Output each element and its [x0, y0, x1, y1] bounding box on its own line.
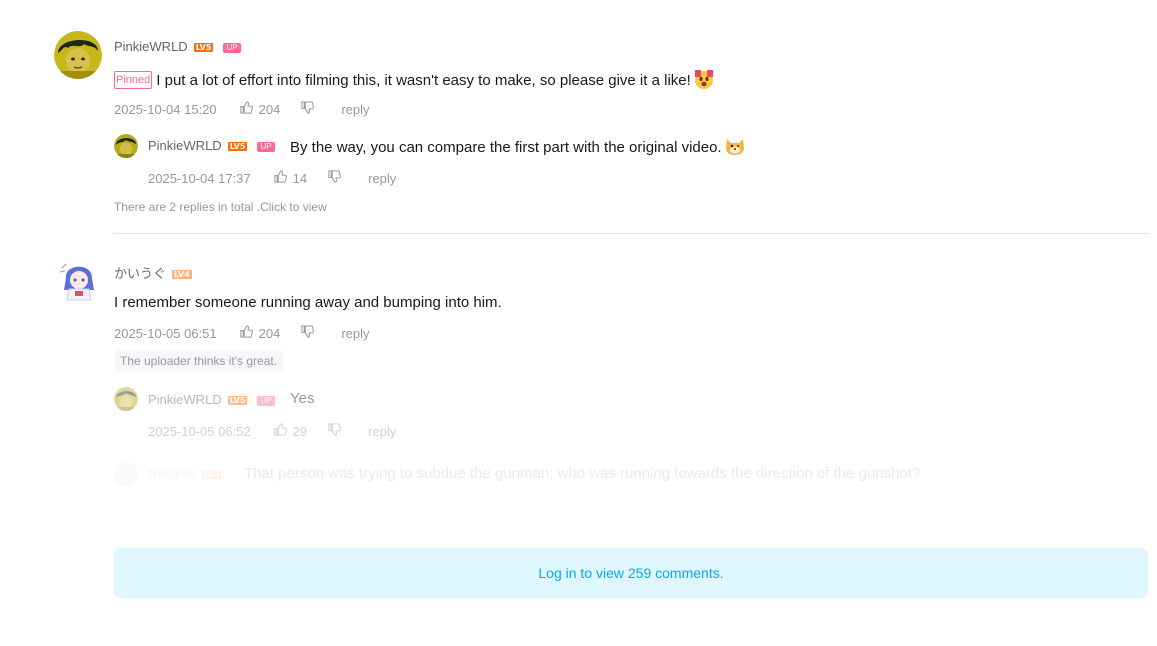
- thumb-up-icon: [239, 100, 259, 118]
- shocked-face-emoji-icon: [693, 69, 715, 93]
- reply-button[interactable]: reply: [368, 424, 396, 439]
- like-button[interactable]: 204: [239, 100, 281, 118]
- thumb-down-icon: [300, 324, 315, 342]
- like-count: 204: [258, 101, 281, 117]
- like-button[interactable]: 14: [273, 169, 307, 187]
- like-button[interactable]: 29: [273, 422, 307, 440]
- reply-meta: 2025-10-05 06:52 29 reply: [148, 422, 396, 440]
- dislike-button[interactable]: [327, 169, 342, 187]
- reply-content: Yes: [290, 390, 314, 407]
- thumb-down-icon: [300, 100, 315, 118]
- level-badge: LV3: [201, 470, 222, 480]
- reply-time: 2025-10-04 17:37: [148, 170, 251, 186]
- view-replies-link[interactable]: There are 2 replies in total .Click to v…: [114, 200, 327, 214]
- reply-button[interactable]: reply: [368, 171, 396, 186]
- username[interactable]: PinkieWRLD: [148, 392, 222, 407]
- comment-text: I remember someone running away and bump…: [114, 294, 502, 311]
- reply-username-row: PinkieWRLD LV5 UP: [148, 138, 275, 153]
- reply-username-row: PinkieWRLD LV5 UP: [148, 392, 275, 407]
- reply-meta: 2025-10-04 17:37 14 reply: [148, 169, 396, 187]
- avatar[interactable]: [114, 134, 138, 158]
- comment-meta: 2025-10-05 06:51 204 reply: [114, 324, 370, 342]
- reply-button[interactable]: reply: [341, 102, 369, 117]
- dislike-button[interactable]: [300, 324, 315, 342]
- username[interactable]: NBBFIN: [148, 466, 196, 481]
- reply-content: By the way, you can compare the first pa…: [290, 136, 746, 160]
- thumb-up-icon: [273, 169, 293, 187]
- reply-text: By the way, you can compare the first pa…: [290, 138, 722, 156]
- like-button[interactable]: 204: [239, 324, 281, 342]
- reply-button[interactable]: reply: [341, 326, 369, 341]
- username[interactable]: PinkieWRLD: [114, 39, 188, 54]
- comment-username-row: かいうぐ LV4: [114, 263, 192, 282]
- avatar[interactable]: [54, 256, 102, 304]
- like-count: 204: [258, 325, 281, 341]
- comment-time: 2025-10-04 15:20: [114, 101, 217, 117]
- username[interactable]: かいうぐ: [114, 266, 166, 281]
- dog-face-emoji-icon: [724, 136, 746, 160]
- up-badge: UP: [257, 141, 275, 152]
- thumb-down-icon: [327, 169, 342, 187]
- username[interactable]: PinkieWRLD: [148, 138, 222, 153]
- uploader-liked-tag: The uploader thinks it's great.: [114, 350, 284, 372]
- pinned-tag: Pinned: [114, 70, 153, 89]
- login-to-view-button[interactable]: Log in to view 259 comments.: [114, 548, 1148, 598]
- level-badge: LV5: [227, 396, 248, 406]
- comment-content: I remember someone running away and bump…: [114, 294, 502, 311]
- reply-text: That person was trying to subdue the gun…: [244, 465, 921, 482]
- like-count: 29: [292, 423, 308, 439]
- avatar[interactable]: [114, 462, 138, 486]
- like-count: 14: [292, 170, 308, 186]
- reply-time: 2025-10-05 06:52: [148, 423, 251, 439]
- avatar[interactable]: [54, 31, 102, 79]
- up-badge: UP: [223, 42, 241, 53]
- avatar[interactable]: [114, 387, 138, 411]
- dislike-button[interactable]: [327, 422, 342, 440]
- reply-text: Yes: [290, 390, 315, 407]
- level-badge: LV4: [172, 270, 192, 280]
- up-badge: UP: [257, 395, 275, 406]
- comment-meta: 2025-10-04 15:20 204 reply: [114, 100, 370, 118]
- reply-content: That person was trying to subdue the gun…: [244, 465, 920, 482]
- reply-username-row: NBBFIN LV3: [148, 466, 222, 481]
- thumb-up-icon: [239, 324, 259, 342]
- thumb-down-icon: [327, 422, 342, 440]
- dislike-button[interactable]: [300, 100, 315, 118]
- comment-username-row: PinkieWRLD LV5 UP: [114, 39, 241, 54]
- comment-divider: [114, 233, 1149, 234]
- level-badge: LV5: [227, 142, 248, 152]
- comment-text: I put a lot of effort into filming this,…: [156, 71, 691, 89]
- comment-time: 2025-10-05 06:51: [114, 325, 217, 341]
- thumb-up-icon: [273, 422, 293, 440]
- comment-content: Pinned I put a lot of effort into filming…: [114, 69, 715, 93]
- level-badge: LV5: [193, 43, 214, 53]
